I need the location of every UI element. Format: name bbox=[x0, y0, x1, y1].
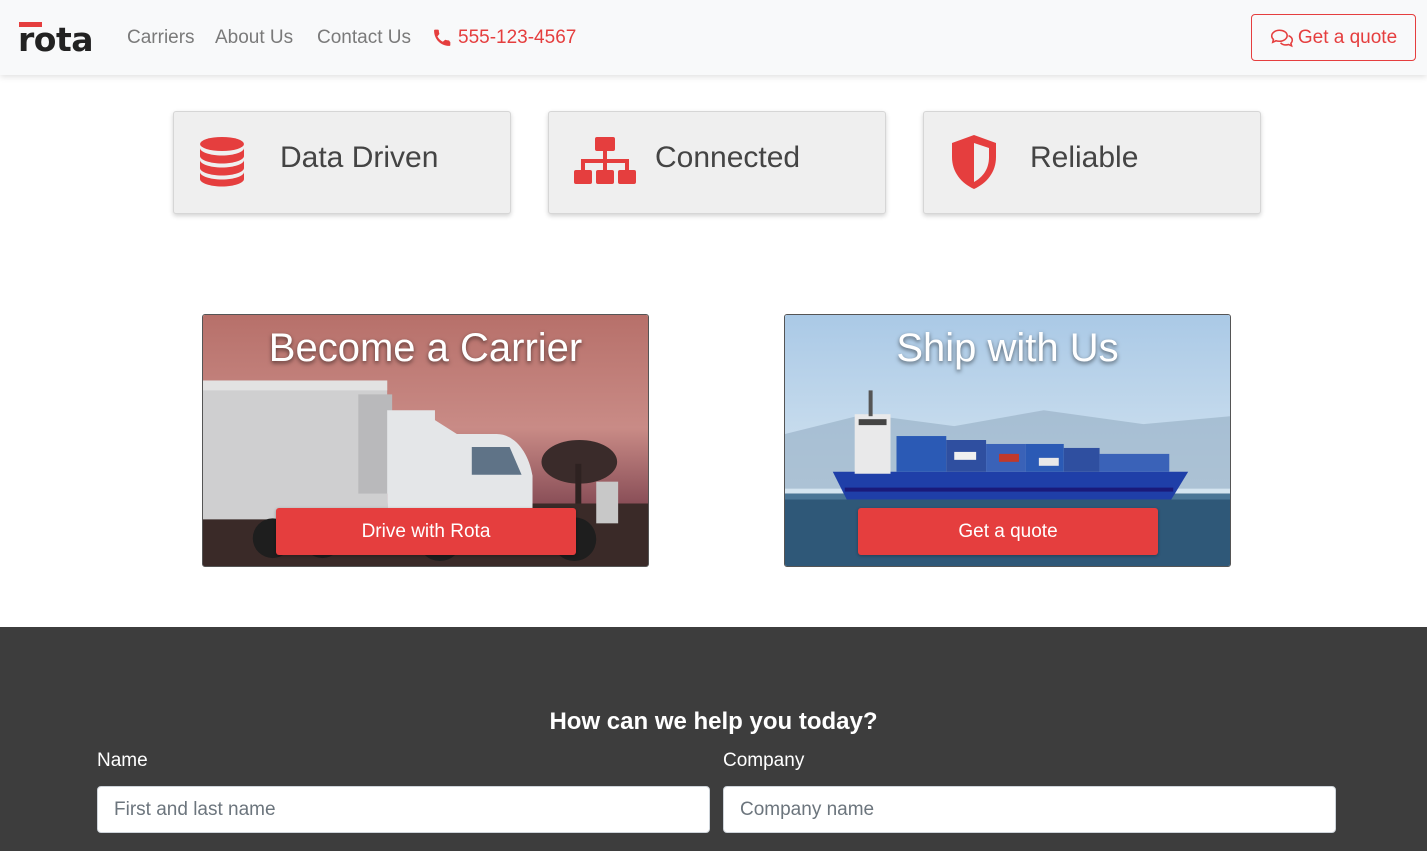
promo-title: Become a Carrier bbox=[268, 326, 583, 370]
phone-icon bbox=[434, 29, 451, 46]
promo-card-ship: Ship with Us Get a quote bbox=[784, 314, 1231, 567]
chat-bubbles-icon bbox=[1270, 29, 1293, 47]
feature-card-connected: Connected bbox=[548, 111, 886, 214]
contact-section: How can we help you today? Name Company bbox=[0, 627, 1427, 851]
brand-name: rota bbox=[18, 20, 94, 59]
contact-heading: How can we help you today? bbox=[549, 708, 878, 735]
shield-icon bbox=[942, 134, 1006, 190]
feature-label: Data Driven bbox=[280, 141, 439, 174]
nav-link-contact-us[interactable]: Contact Us bbox=[317, 26, 411, 50]
ship-get-a-quote-button[interactable]: Get a quote bbox=[858, 508, 1158, 555]
feature-card-data-driven: Data Driven bbox=[173, 111, 511, 214]
get-a-quote-label: Get a quote bbox=[1297, 26, 1398, 48]
feature-card-reliable: Reliable bbox=[923, 111, 1261, 214]
nav-link-carriers[interactable]: Carriers bbox=[127, 26, 195, 50]
nav-phone-link[interactable]: 555-123-4567 bbox=[432, 26, 576, 50]
company-label: Company bbox=[723, 750, 805, 771]
company-input[interactable] bbox=[723, 786, 1336, 833]
database-icon bbox=[190, 134, 254, 190]
name-label: Name bbox=[97, 750, 148, 771]
feature-label: Connected bbox=[655, 141, 801, 174]
sitemap-icon bbox=[573, 134, 637, 190]
drive-with-rota-button[interactable]: Drive with Rota bbox=[276, 508, 576, 555]
promo-card-carrier: Become a Carrier Drive with Rota bbox=[202, 314, 649, 567]
brand-logo[interactable]: rota bbox=[18, 20, 98, 60]
nav-link-about-us[interactable]: About Us bbox=[215, 26, 293, 50]
feature-label: Reliable bbox=[1030, 141, 1139, 174]
get-a-quote-button[interactable]: Get a quote bbox=[1251, 14, 1416, 61]
name-input[interactable] bbox=[97, 786, 710, 833]
phone-number: 555-123-4567 bbox=[458, 27, 577, 48]
top-navbar: rota Carriers About Us Contact Us 555-12… bbox=[0, 0, 1427, 75]
promo-title: Ship with Us bbox=[896, 326, 1119, 370]
